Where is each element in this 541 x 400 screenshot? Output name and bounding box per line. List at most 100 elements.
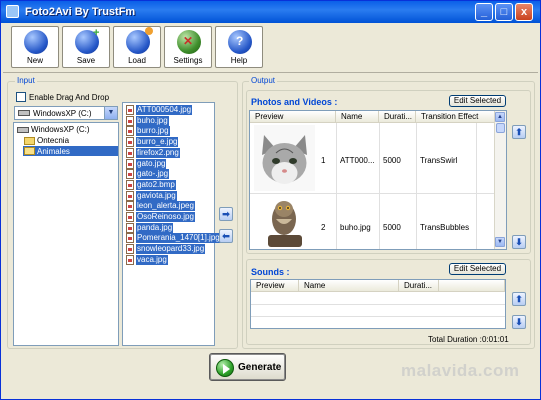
file-name: burro_e.jpg bbox=[136, 137, 179, 148]
sounds-title: Sounds : bbox=[251, 267, 290, 277]
settings-button[interactable]: ✕ Settings bbox=[164, 26, 212, 68]
watermark: malavida.com bbox=[401, 361, 520, 380]
photos-edit-selected-button[interactable]: Edit Selected bbox=[449, 95, 506, 107]
output-group-title: Output bbox=[249, 76, 278, 85]
image-file-icon bbox=[126, 222, 134, 233]
title-bar[interactable]: Foto2Avi By TrustFm _ □ x bbox=[1, 1, 540, 23]
file-name: ATT000504.jpg bbox=[136, 105, 193, 115]
kitten-preview-image bbox=[254, 125, 315, 191]
scroll-thumb[interactable] bbox=[496, 123, 505, 133]
file-name: gato2.bmp bbox=[136, 179, 176, 190]
file-name: leon_alerta.jpeg bbox=[136, 201, 195, 212]
file-name: burro.jpg bbox=[136, 126, 170, 137]
app-window: Foto2Avi By TrustFm _ □ x New + Save Loa… bbox=[0, 0, 541, 400]
drive-select-value: WindowsXP (C:) bbox=[33, 109, 92, 118]
file-name: OsoReinoso.jpg bbox=[136, 212, 195, 222]
row-name: ATT000... bbox=[340, 156, 375, 165]
col-divider bbox=[416, 123, 417, 249]
tree-item-ontecnia[interactable]: Ontecnia bbox=[37, 136, 69, 145]
app-icon bbox=[6, 5, 19, 18]
input-group-title: Input bbox=[15, 76, 37, 85]
new-button[interactable]: New bbox=[11, 26, 59, 68]
row-transition: TransSwirl bbox=[420, 156, 458, 165]
row-index: 1 bbox=[321, 156, 326, 165]
row-divider bbox=[250, 193, 496, 194]
photos-table[interactable]: Preview Name Durati... Transition Effect bbox=[249, 110, 507, 250]
question-mark-icon: ? bbox=[236, 34, 244, 48]
drive-icon bbox=[18, 110, 30, 116]
sounds-col-preview[interactable]: Preview bbox=[251, 280, 299, 292]
sounds-table[interactable]: Preview Name Durati... bbox=[250, 279, 506, 329]
move-sound-down-button[interactable]: ⬇ bbox=[512, 315, 526, 329]
window-title: Foto2Avi By TrustFm bbox=[25, 6, 136, 18]
row-name: buho.jpg bbox=[340, 223, 371, 232]
tree-item-drive[interactable]: WindowsXP (C:) bbox=[31, 125, 90, 134]
image-file-icon bbox=[126, 115, 134, 126]
toolbar-divider bbox=[3, 72, 538, 73]
folder-tree[interactable]: WindowsXP (C:) Ontecnia Animales bbox=[13, 122, 119, 346]
image-file-icon bbox=[126, 126, 134, 137]
generate-button[interactable]: Generate bbox=[209, 353, 286, 381]
load-button[interactable]: Load bbox=[113, 26, 161, 68]
close-button[interactable]: x bbox=[515, 3, 533, 21]
col-divider bbox=[476, 123, 477, 249]
minimize-button[interactable]: _ bbox=[475, 3, 493, 21]
move-sound-up-button[interactable]: ⬆ bbox=[512, 292, 526, 306]
folder-icon bbox=[24, 137, 35, 145]
new-label: New bbox=[26, 56, 43, 65]
play-icon bbox=[216, 359, 234, 377]
generate-label: Generate bbox=[238, 362, 282, 373]
remove-from-output-button[interactable]: ⬅ bbox=[219, 229, 233, 243]
photos-title: Photos and Videos : bbox=[251, 97, 338, 107]
image-file-icon bbox=[126, 254, 134, 265]
file-name: gato.jpg bbox=[136, 158, 167, 169]
file-name: snowleopard33.jpg bbox=[136, 244, 206, 255]
col-divider bbox=[336, 123, 337, 249]
image-file-icon bbox=[126, 147, 134, 158]
image-file-icon bbox=[126, 179, 134, 190]
move-photo-up-button[interactable]: ⬆ bbox=[512, 125, 526, 139]
enable-drag-drop-label: Enable Drag And Drop bbox=[29, 93, 110, 102]
tree-item-animales[interactable]: Animales bbox=[37, 147, 70, 156]
help-button[interactable]: ? Help bbox=[215, 26, 263, 68]
image-file-icon bbox=[126, 169, 134, 180]
image-file-icon bbox=[126, 158, 134, 169]
load-badge-icon bbox=[145, 27, 153, 35]
row-divider bbox=[251, 304, 505, 305]
settings-label: Settings bbox=[173, 56, 203, 65]
chevron-down-icon[interactable]: ▼ bbox=[104, 107, 117, 119]
file-name: gaviota.jpg bbox=[136, 190, 177, 201]
row-duration: 5000 bbox=[383, 156, 401, 165]
owl-preview-image bbox=[254, 195, 315, 249]
arrow-up-icon: ⬆ bbox=[515, 294, 523, 304]
col-divider bbox=[379, 123, 380, 249]
enable-drag-drop-checkbox[interactable] bbox=[16, 92, 26, 102]
scroll-down-icon[interactable]: ▼ bbox=[495, 237, 505, 247]
maximize-button[interactable]: □ bbox=[495, 3, 513, 21]
sounds-col-duration[interactable]: Durati... bbox=[399, 280, 439, 292]
scroll-up-icon[interactable]: ▲ bbox=[495, 112, 505, 122]
sounds-col-name[interactable]: Name bbox=[299, 280, 399, 292]
file-name: firefox2.png bbox=[136, 147, 180, 158]
image-file-icon bbox=[126, 233, 134, 244]
arrow-up-icon: ⬆ bbox=[515, 127, 523, 137]
sounds-edit-selected-button[interactable]: Edit Selected bbox=[449, 263, 506, 275]
row-divider bbox=[251, 316, 505, 317]
image-file-icon bbox=[126, 190, 134, 201]
drive-select[interactable]: WindowsXP (C:) ▼ bbox=[14, 106, 118, 120]
add-to-output-button[interactable]: ➡ bbox=[219, 207, 233, 221]
load-label: Load bbox=[128, 56, 146, 65]
save-button[interactable]: + Save bbox=[62, 26, 110, 68]
arrow-down-icon: ⬇ bbox=[515, 237, 523, 247]
photos-scrollbar[interactable]: ▲ ▼ bbox=[494, 111, 506, 249]
photos-col-name[interactable]: Name bbox=[336, 111, 379, 123]
photos-col-duration[interactable]: Durati... bbox=[379, 111, 416, 123]
image-file-icon bbox=[126, 137, 134, 148]
photos-col-preview[interactable]: Preview bbox=[250, 111, 336, 123]
arrow-down-icon: ⬇ bbox=[515, 317, 523, 327]
drive-icon bbox=[17, 127, 29, 133]
arrow-left-icon: ⬅ bbox=[222, 231, 230, 241]
move-photo-down-button[interactable]: ⬇ bbox=[512, 235, 526, 249]
photos-col-transition[interactable]: Transition Effect bbox=[416, 111, 496, 123]
row-transition: TransBubbles bbox=[420, 223, 470, 232]
